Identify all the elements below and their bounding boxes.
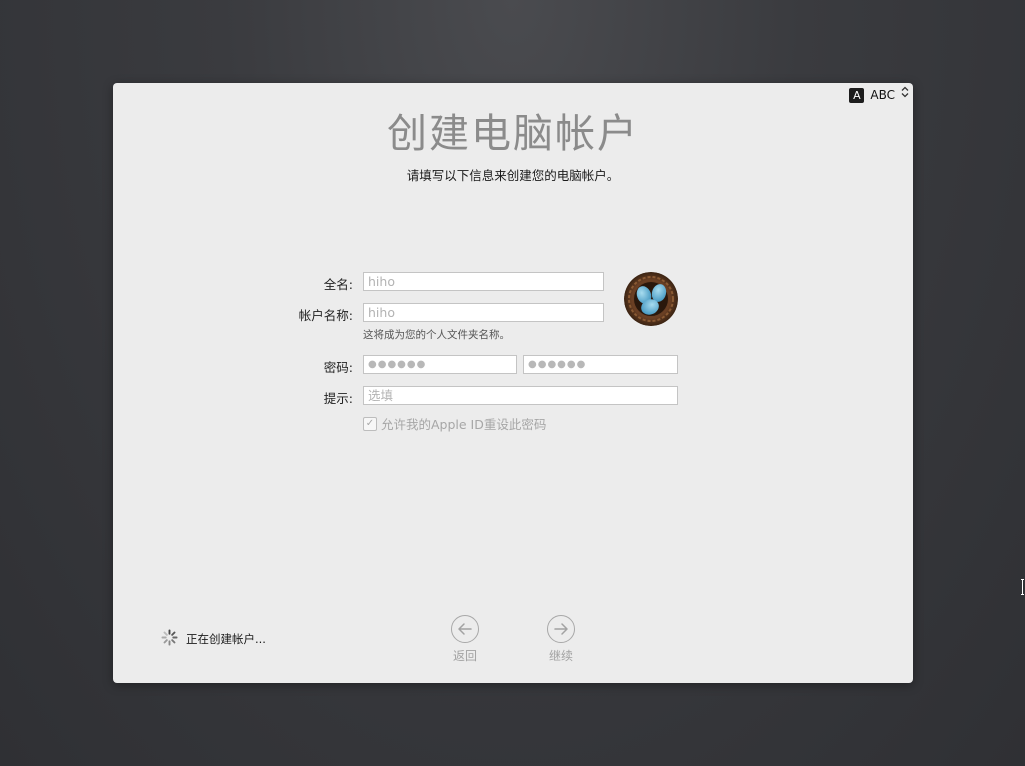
- back-label: 返回: [452, 649, 477, 663]
- account-name-hint: 这将成为您的个人文件夹名称。: [363, 329, 510, 341]
- account-name-label: 帐户名称:: [298, 308, 353, 323]
- page-subtitle: 请填写以下信息来创建您的电脑帐户。: [406, 168, 620, 183]
- apple-id-reset-label: 允许我的Apple ID重设此密码: [381, 417, 547, 432]
- setup-panel: A ABC 创建电脑帐户 请填写以下信息来创建您的电脑帐户。 全名: hiho …: [113, 83, 913, 683]
- bird-nest-eggs-avatar: [624, 272, 678, 326]
- password-hint-field[interactable]: 选填: [363, 386, 678, 405]
- page-title: 创建电脑帐户: [387, 111, 639, 157]
- arrow-left-icon: [451, 615, 479, 643]
- apple-id-reset-checkbox[interactable]: ✓: [363, 416, 377, 431]
- arrow-right-icon: [547, 615, 575, 643]
- verify-password-field[interactable]: ●●●●●●: [523, 355, 678, 374]
- account-name-field[interactable]: hiho: [363, 303, 604, 322]
- back-button[interactable]: 返回: [445, 615, 485, 664]
- apple-id-reset-option[interactable]: ✓ 允许我的Apple ID重设此密码: [363, 414, 546, 433]
- continue-label: 继续: [548, 649, 573, 663]
- text-cursor-icon: [1021, 579, 1024, 595]
- password-field[interactable]: ●●●●●●: [363, 355, 517, 374]
- full-name-label: 全名:: [323, 277, 353, 292]
- input-source-label: ABC: [870, 88, 895, 102]
- continue-button[interactable]: 继续: [541, 615, 581, 664]
- full-name-field[interactable]: hiho: [363, 272, 604, 291]
- status-text: 正在创建帐户...: [186, 632, 266, 646]
- password-label: 密码:: [323, 360, 353, 375]
- spinner-icon: [161, 629, 178, 646]
- user-avatar[interactable]: [624, 272, 678, 326]
- hint-label: 提示:: [323, 391, 353, 406]
